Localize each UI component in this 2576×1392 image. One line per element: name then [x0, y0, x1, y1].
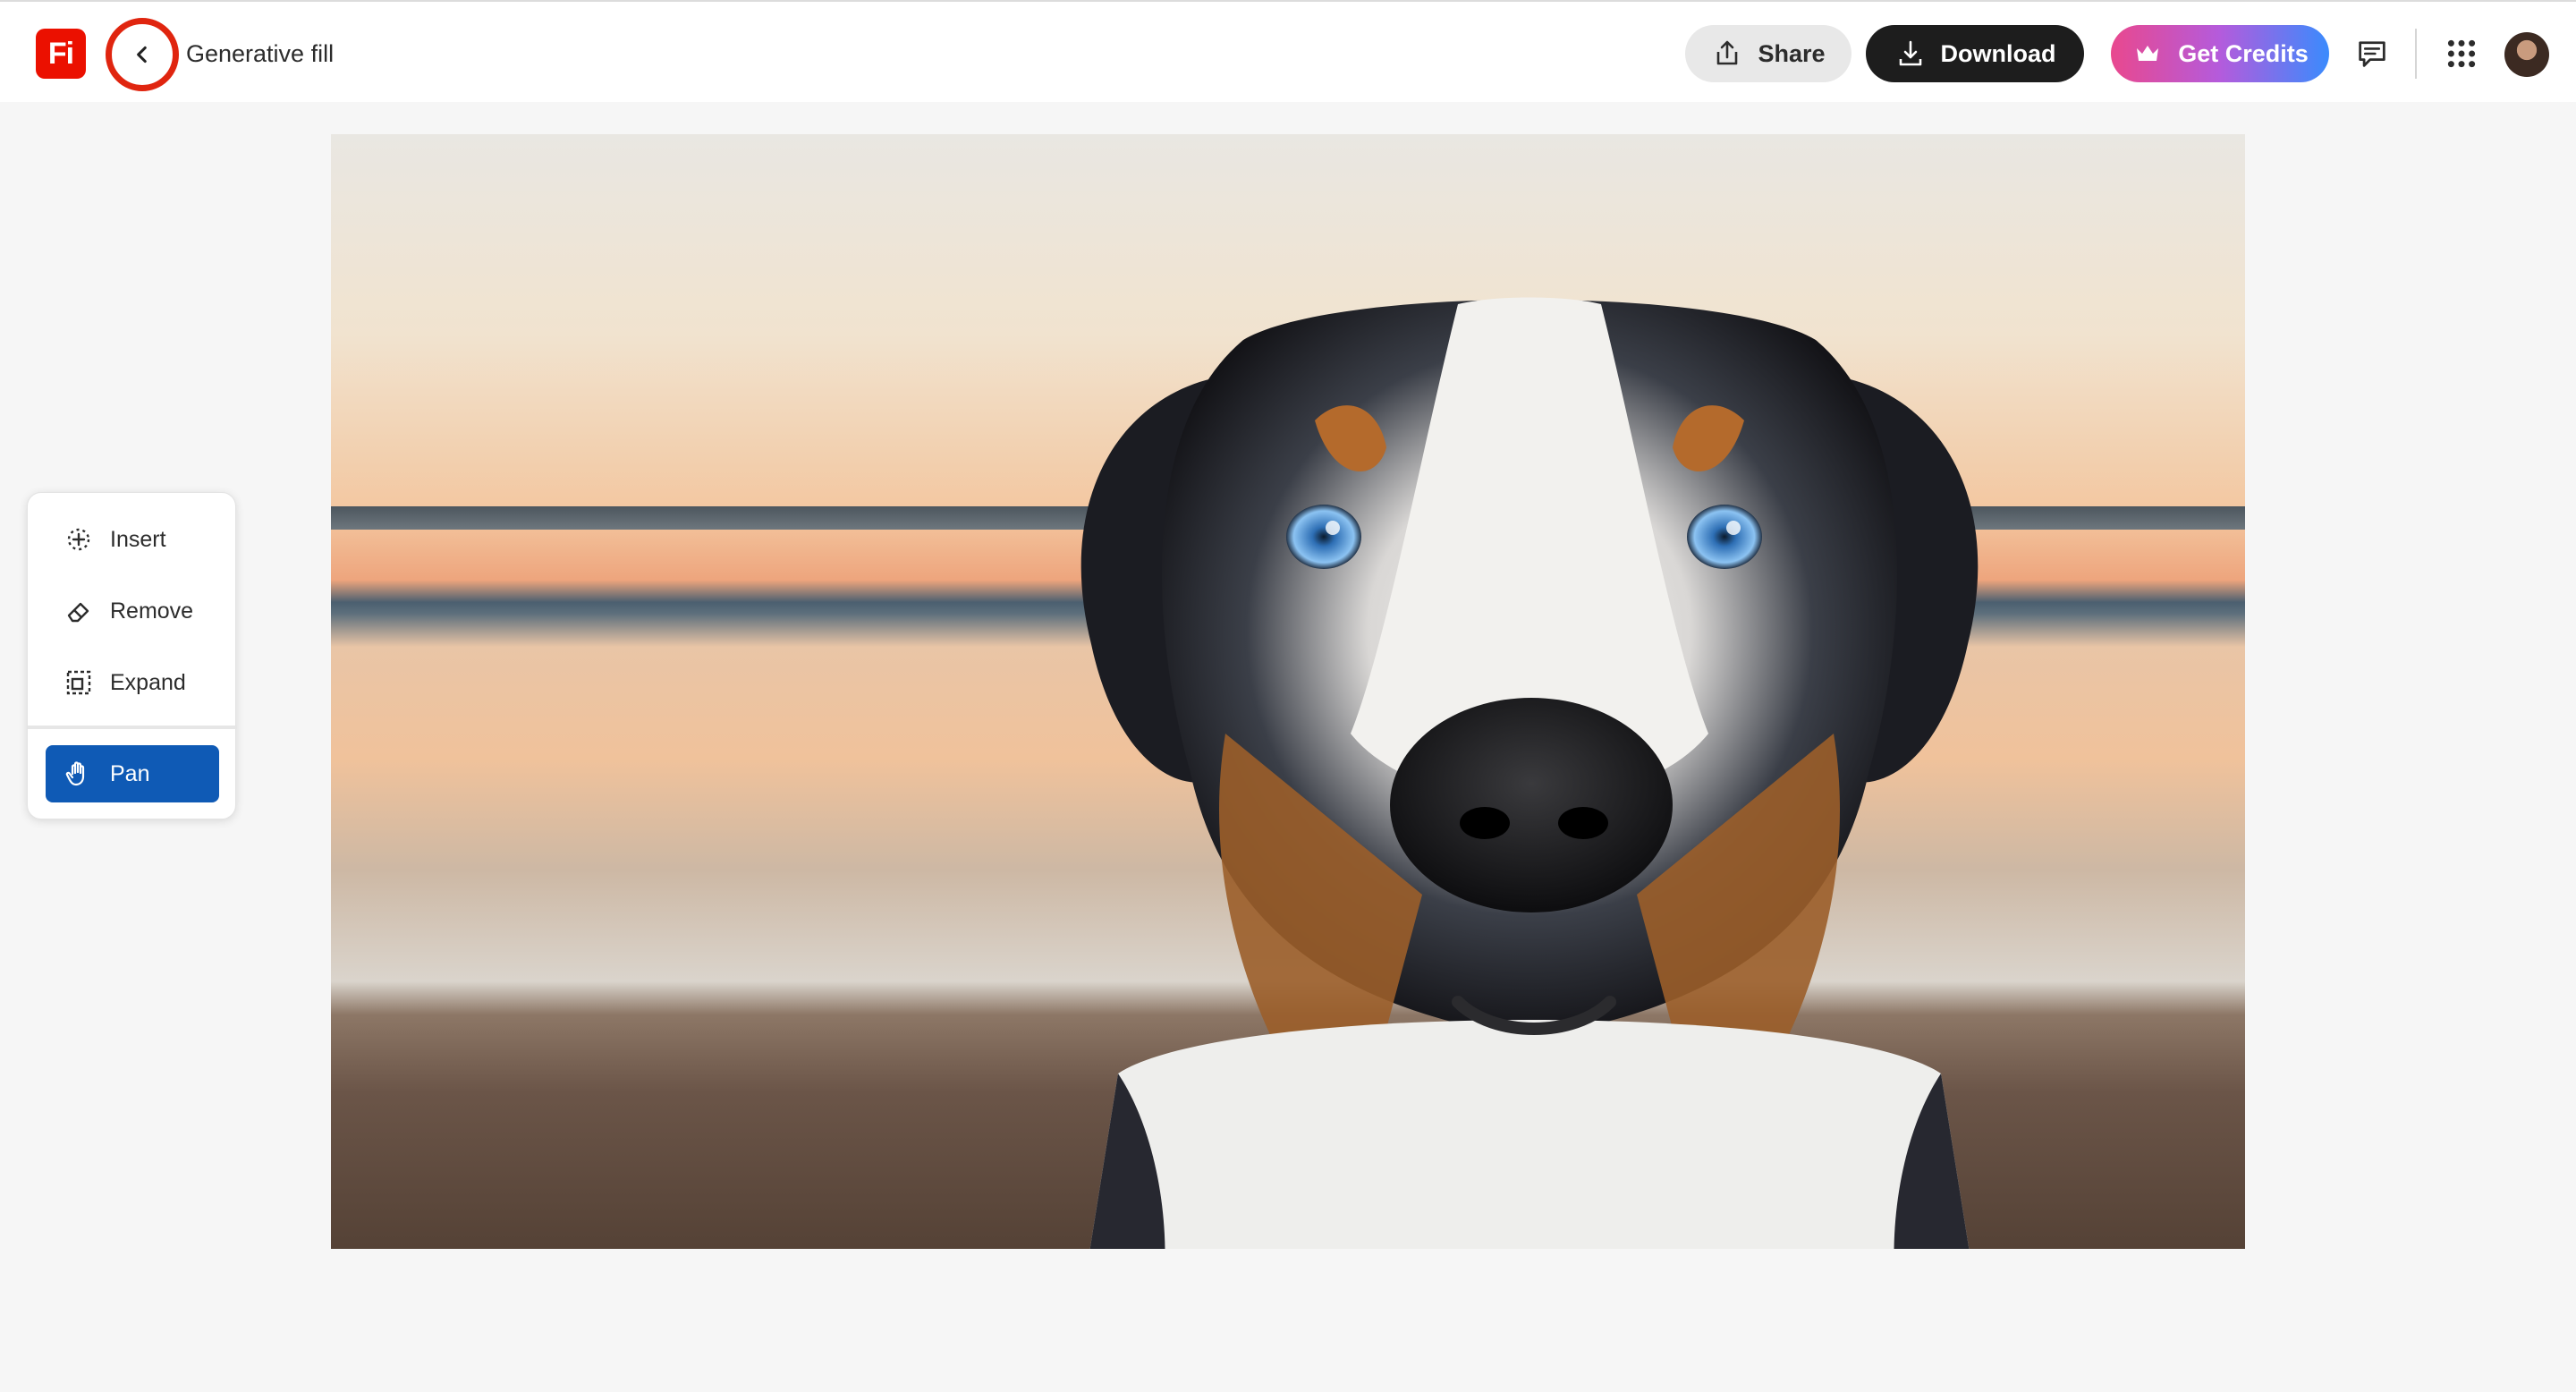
share-button[interactable]: Share [1685, 25, 1852, 82]
header-divider [2415, 29, 2417, 79]
hand-icon [65, 761, 85, 786]
grid-icon [2447, 39, 2476, 68]
expand-icon [66, 670, 91, 695]
get-credits-button[interactable]: Get Credits [2111, 25, 2329, 82]
chevron-left-icon [137, 46, 147, 64]
top-bar: Fi Generative fill Share Download Get Cr… [0, 0, 2576, 102]
app-window: Fi Generative fill Share Download Get Cr… [0, 0, 2576, 1392]
page-title: Generative fill [186, 40, 335, 67]
user-avatar[interactable] [2504, 32, 2549, 77]
palette-divider [28, 726, 237, 729]
tool-expand[interactable]: Expand [46, 654, 219, 711]
download-label: Download [1940, 39, 2056, 67]
download-icon [1899, 40, 1921, 66]
chat-icon [2359, 41, 2385, 67]
tool-palette: Insert Remove Expand Pan [27, 492, 237, 819]
insert-icon [67, 528, 90, 551]
tool-insert[interactable]: Insert [46, 511, 219, 568]
firefly-logo[interactable]: Fi [36, 29, 86, 79]
download-button[interactable]: Download [1866, 25, 2084, 82]
tool-insert-label: Insert [110, 526, 166, 552]
tool-pan[interactable]: Pan [46, 745, 219, 802]
tool-remove[interactable]: Remove [46, 582, 219, 640]
eraser-icon [67, 602, 89, 623]
tool-expand-label: Expand [110, 669, 186, 695]
tool-remove-label: Remove [110, 598, 194, 624]
tool-pan-label: Pan [110, 760, 150, 786]
share-label: Share [1758, 39, 1826, 67]
back-button[interactable] [106, 18, 179, 91]
dog-photo [1080, 297, 1979, 1249]
feedback-button[interactable] [2351, 32, 2394, 75]
crown-icon [2137, 46, 2159, 61]
get-credits-label: Get Credits [2178, 39, 2309, 67]
apps-button[interactable] [2440, 32, 2483, 75]
image-canvas[interactable] [331, 134, 2245, 1249]
share-icon [1717, 40, 1738, 65]
